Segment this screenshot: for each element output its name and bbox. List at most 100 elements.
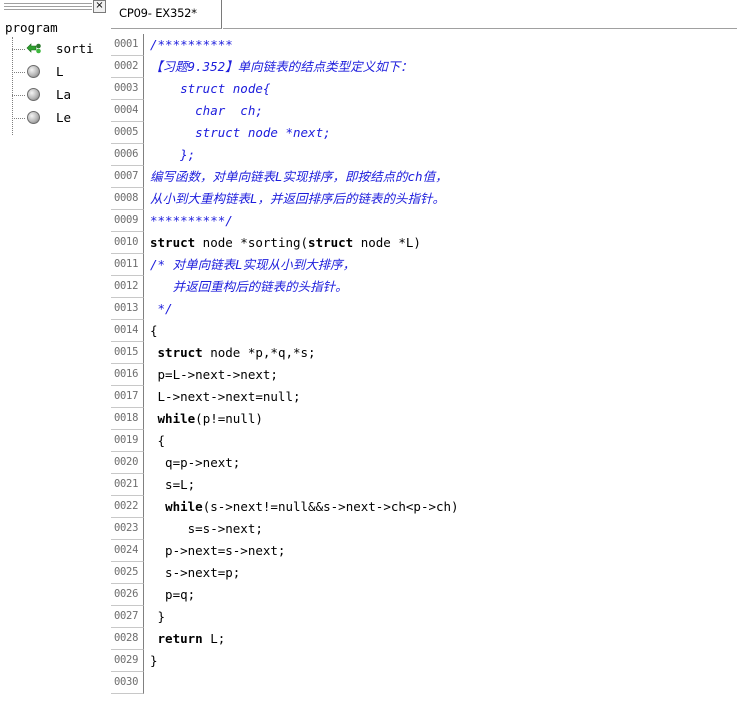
comment-token: 【习题9.352】单向链表的结点类型定义如下： bbox=[150, 59, 413, 74]
line-number-gutter: 0030 bbox=[111, 672, 144, 694]
code-text: struct node *p,*q,*s; bbox=[150, 345, 316, 361]
code-line[interactable]: 0028 return L; bbox=[111, 628, 737, 650]
line-number-gutter: 0024 bbox=[111, 540, 144, 562]
code-token: { bbox=[150, 323, 158, 338]
comment-token: struct node *next; bbox=[150, 125, 331, 140]
comment-token: }; bbox=[150, 147, 196, 162]
panel-grip-line bbox=[4, 9, 92, 10]
code-line[interactable]: 0022 while(s->next!=null&&s->next->ch<p-… bbox=[111, 496, 737, 518]
code-line[interactable]: 0030 bbox=[111, 672, 737, 694]
code-line[interactable]: 0006 }; bbox=[111, 144, 737, 166]
keyword-token: struct bbox=[157, 345, 203, 360]
code-text: } bbox=[150, 653, 158, 669]
line-number-gutter: 0029 bbox=[111, 650, 144, 672]
code-line[interactable]: 0011 /* 对单向链表L实现从小到大排序， bbox=[111, 254, 737, 276]
code-line[interactable]: 0009 **********/ bbox=[111, 210, 737, 232]
code-line[interactable]: 0015 struct node *p,*q,*s; bbox=[111, 342, 737, 364]
code-text: s=L; bbox=[150, 477, 195, 493]
code-line[interactable]: 0007 编写函数，对单向链表L实现排序，即按结点的ch值， bbox=[111, 166, 737, 188]
code-line[interactable]: 0021 s=L; bbox=[111, 474, 737, 496]
code-line[interactable]: 0014 { bbox=[111, 320, 737, 342]
code-line[interactable]: 0003 struct node{ bbox=[111, 78, 737, 100]
function-icon bbox=[26, 43, 41, 54]
close-panel-button[interactable]: × bbox=[93, 0, 106, 13]
code-text: { bbox=[150, 323, 158, 339]
code-text: 从小到大重构链表L，并返回排序后的链表的头指针。 bbox=[150, 191, 445, 207]
code-text: /* 对单向链表L实现从小到大排序， bbox=[150, 257, 355, 273]
variable-icon bbox=[27, 88, 40, 101]
code-token: (p!=null) bbox=[195, 411, 263, 426]
line-number: 0028 bbox=[114, 632, 139, 644]
code-line[interactable]: 0017 L->next->next=null; bbox=[111, 386, 737, 408]
code-line[interactable]: 0025 s->next=p; bbox=[111, 562, 737, 584]
tree-item-label: L bbox=[56, 64, 64, 79]
tree-item-La[interactable]: La bbox=[12, 86, 111, 104]
code-line[interactable]: 0019 { bbox=[111, 430, 737, 452]
code-text: s->next=p; bbox=[150, 565, 240, 581]
line-number: 0025 bbox=[114, 566, 139, 578]
tree-item-L[interactable]: L bbox=[12, 63, 111, 81]
tree-root-program[interactable]: program bbox=[5, 20, 58, 36]
code-line[interactable]: 0029} bbox=[111, 650, 737, 672]
keyword-token: while bbox=[165, 499, 203, 514]
tab-divider bbox=[223, 28, 737, 29]
code-line[interactable]: 0002 【习题9.352】单向链表的结点类型定义如下： bbox=[111, 56, 737, 78]
code-text: struct node *sorting(struct node *L) bbox=[150, 235, 421, 251]
code-line[interactable]: 0023 s=s->next; bbox=[111, 518, 737, 540]
editor-tab-strip: CP09- EX352* bbox=[111, 0, 737, 29]
code-line[interactable]: 0001 /********** bbox=[111, 34, 737, 56]
code-line[interactable]: 0010 struct node *sorting(struct node *L) bbox=[111, 232, 737, 254]
line-number: 0013 bbox=[114, 302, 139, 314]
line-number-gutter: 0005 bbox=[111, 122, 144, 144]
line-number-gutter: 0020 bbox=[111, 452, 144, 474]
code-text: while(p!=null) bbox=[150, 411, 263, 427]
code-token: node *sorting( bbox=[195, 235, 309, 250]
code-line[interactable]: 0024 p->next=s->next; bbox=[111, 540, 737, 562]
code-token: node *p,*q,*s; bbox=[202, 345, 316, 360]
comment-token: /********** bbox=[150, 37, 233, 52]
code-line[interactable]: 0026 p=q; bbox=[111, 584, 737, 606]
line-number-gutter: 0004 bbox=[111, 100, 144, 122]
line-number: 0029 bbox=[114, 654, 139, 666]
code-line[interactable]: 0018 while(p!=null) bbox=[111, 408, 737, 430]
line-number-gutter: 0017 bbox=[111, 386, 144, 408]
code-line[interactable]: 0012 并返回重构后的链表的头指针。 bbox=[111, 276, 737, 298]
line-number-gutter: 0018 bbox=[111, 408, 144, 430]
code-line[interactable]: 0016 p=L->next->next; bbox=[111, 364, 737, 386]
code-line[interactable]: 0008 从小到大重构链表L，并返回排序后的链表的头指针。 bbox=[111, 188, 737, 210]
code-line[interactable]: 0027 } bbox=[111, 606, 737, 628]
code-token: (s->next!=null&&s->next->ch<p->ch) bbox=[202, 499, 459, 514]
line-number: 0007 bbox=[114, 170, 139, 182]
code-text: while(s->next!=null&&s->next->ch<p->ch) bbox=[150, 499, 459, 515]
code-text: struct node *next; bbox=[150, 125, 331, 141]
line-number-gutter: 0019 bbox=[111, 430, 144, 452]
tab-cp09-ex352[interactable]: CP09- EX352* bbox=[111, 0, 222, 29]
code-text: { bbox=[150, 433, 166, 449]
line-number: 0020 bbox=[114, 456, 139, 468]
close-icon: × bbox=[95, 0, 104, 11]
line-number: 0016 bbox=[114, 368, 139, 380]
tree-item-Le[interactable]: Le bbox=[12, 109, 111, 127]
code-text: return L; bbox=[150, 631, 226, 647]
code-text: } bbox=[150, 609, 166, 625]
line-number-gutter: 0026 bbox=[111, 584, 144, 606]
code-text: p=q; bbox=[150, 587, 195, 603]
comment-token: /* 对单向链表L实现从小到大排序， bbox=[150, 257, 356, 272]
code-text: q=p->next; bbox=[150, 455, 240, 471]
code-line[interactable]: 0005 struct node *next; bbox=[111, 122, 737, 144]
line-number-gutter: 0006 bbox=[111, 144, 144, 166]
line-number-gutter: 0001 bbox=[111, 34, 144, 56]
tree-item-sorting[interactable]: sorti bbox=[12, 40, 111, 58]
variable-icon bbox=[27, 65, 40, 78]
code-line[interactable]: 0013 */ bbox=[111, 298, 737, 320]
tree-connector bbox=[12, 95, 25, 96]
code-line[interactable]: 0020 q=p->next; bbox=[111, 452, 737, 474]
code-editor: CP09- EX352* 0001 /********** 0002 【习题9.352… bbox=[111, 0, 737, 705]
code-token: } bbox=[150, 609, 166, 624]
code-line[interactable]: 0004 char ch; bbox=[111, 100, 737, 122]
panel-grip-line bbox=[4, 6, 92, 7]
comment-token: */ bbox=[150, 301, 173, 316]
line-number: 0021 bbox=[114, 478, 139, 490]
panel-grip-line bbox=[4, 3, 92, 4]
